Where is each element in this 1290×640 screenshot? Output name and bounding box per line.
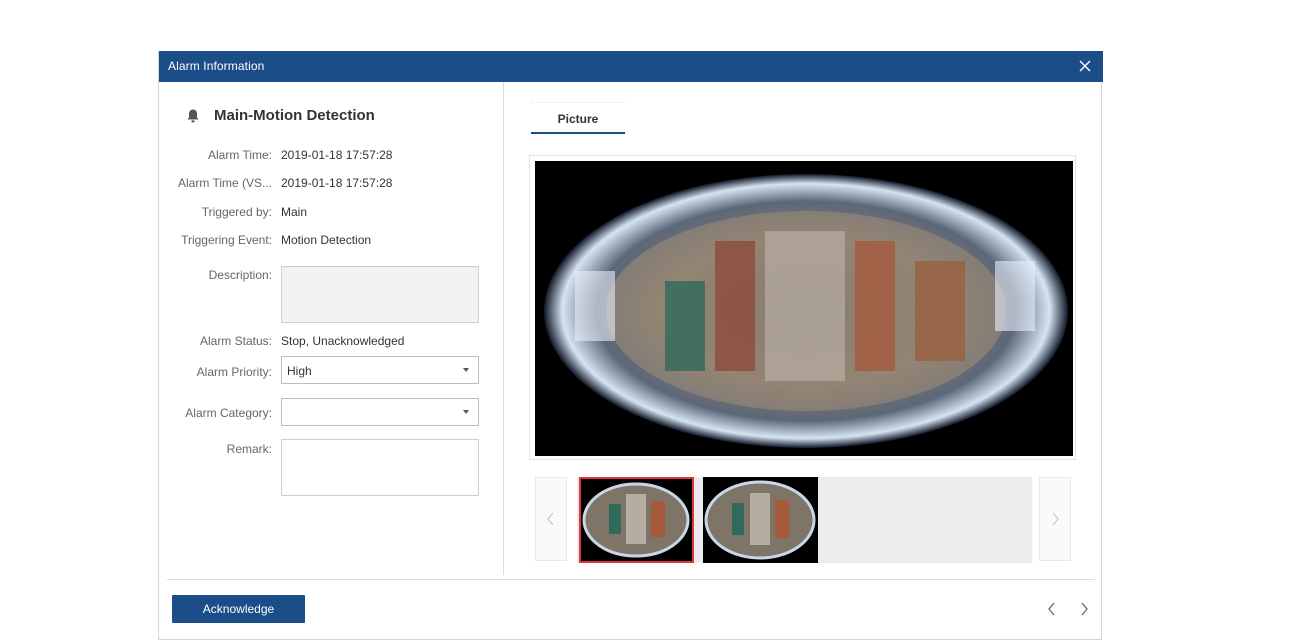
- description-label: Description:: [208, 268, 272, 282]
- title-bar: Alarm Information: [159, 51, 1103, 82]
- triggering-event-label: Triggering Event:: [181, 233, 272, 247]
- alarm-priority-select[interactable]: High: [281, 356, 479, 384]
- remark-label: Remark:: [226, 442, 272, 456]
- alarm-time-value: 2019-01-18 17:57:28: [281, 148, 393, 162]
- thumbnail-prev-button[interactable]: [535, 477, 567, 561]
- footer-divider: [167, 579, 1095, 580]
- alarm-time-vsdevice-label: Alarm Time (VS...: [177, 176, 272, 190]
- thumbnail-2[interactable]: [703, 477, 818, 563]
- alarm-time-label: Alarm Time:: [207, 148, 272, 162]
- description-field: [281, 266, 479, 323]
- alarm-status-label: Alarm Status:: [199, 334, 272, 348]
- previous-alarm-button[interactable]: [1046, 602, 1058, 616]
- triggered-by-label: Triggered by:: [201, 205, 272, 219]
- dropdown-arrow-icon: [463, 410, 469, 414]
- triggered-by-value: Main: [281, 205, 308, 219]
- chevron-left-icon: [1048, 602, 1055, 616]
- bell-icon: [186, 108, 200, 124]
- chevron-right-icon: [1052, 512, 1059, 526]
- dialog-title: Alarm Information: [168, 59, 265, 73]
- chevron-left-icon: [547, 512, 554, 526]
- alarm-status-value: Stop, Unacknowledged: [281, 334, 405, 348]
- alarm-time-vsdevice-value: 2019-01-18 17:57:28: [281, 176, 393, 190]
- tab-bar-divider: [531, 102, 625, 105]
- thumbnail-1[interactable]: [579, 477, 694, 563]
- chevron-right-icon: [1081, 602, 1088, 616]
- fisheye-snapshot-image: [535, 161, 1073, 456]
- alarm-priority-label: Alarm Priority:: [196, 365, 272, 379]
- alarm-information-dialog: Alarm Information Main-Motion Detection …: [158, 51, 1103, 640]
- alarm-heading: Main-Motion Detection: [186, 107, 375, 124]
- alarm-priority-value: High: [287, 364, 312, 378]
- remark-input[interactable]: [281, 439, 479, 496]
- alarm-category-label: Alarm Category:: [185, 406, 272, 420]
- triggering-event-value: Motion Detection: [281, 233, 372, 247]
- alarm-name: Main-Motion Detection: [214, 107, 375, 124]
- tab-picture[interactable]: Picture: [531, 109, 625, 134]
- thumbnail-area: [577, 477, 1032, 563]
- close-icon[interactable]: [1075, 56, 1095, 76]
- alarm-category-select[interactable]: [281, 398, 479, 426]
- dropdown-arrow-icon: [463, 368, 469, 372]
- thumbnail-strip: [535, 477, 1073, 563]
- thumbnail-next-button[interactable]: [1039, 477, 1071, 561]
- next-alarm-button[interactable]: [1078, 602, 1090, 616]
- acknowledge-button[interactable]: Acknowledge: [172, 595, 305, 623]
